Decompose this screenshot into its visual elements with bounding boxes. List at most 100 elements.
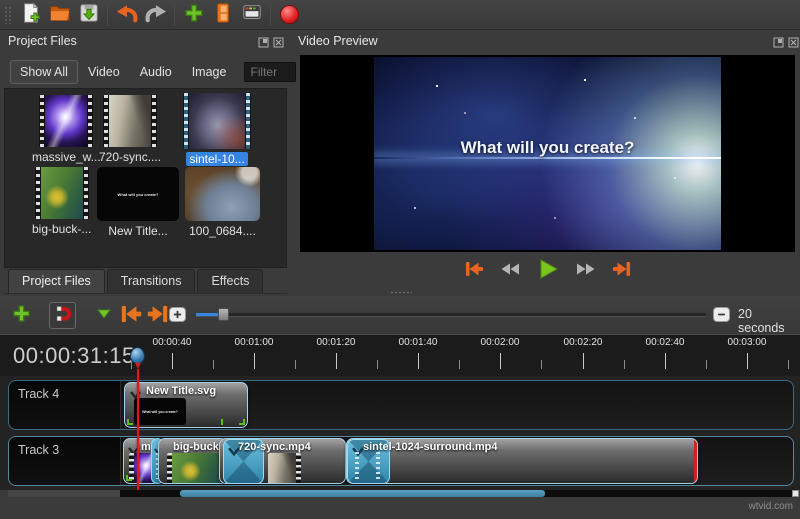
video-thumbnail (39, 95, 93, 147)
add-track-button[interactable] (8, 302, 35, 329)
tab-effects[interactable]: Effects (197, 269, 263, 293)
next-marker-button[interactable] (144, 302, 171, 329)
image-thumbnail (185, 167, 260, 221)
jump-start-icon (462, 259, 486, 282)
undo-button[interactable] (113, 1, 140, 28)
zoom-slider-handle[interactable] (218, 308, 229, 321)
open-project-button[interactable] (46, 1, 73, 28)
zoom-out-button[interactable] (713, 307, 730, 322)
timeline-toolbar: 20 seconds (0, 296, 800, 334)
transport-controls (300, 254, 795, 286)
close-panel-icon[interactable] (273, 35, 284, 53)
clip-keyframe-mark (126, 475, 132, 481)
next-marker-icon (145, 303, 171, 328)
play-button[interactable] (535, 258, 561, 282)
filmstrip-icon (212, 2, 234, 27)
add-track-plus-icon (11, 303, 32, 327)
toolbar-grip[interactable] (4, 6, 13, 24)
jump-end-icon (610, 259, 634, 282)
track-4: Track 4 New Title.svg What will you crea… (8, 380, 794, 430)
add-marker-button[interactable] (90, 302, 117, 329)
new-project-icon (20, 2, 42, 27)
snapping-toggle-button[interactable] (49, 302, 76, 329)
scrollbar-corner (792, 490, 799, 497)
video-thumbnail (103, 95, 157, 147)
clip-bigbuck[interactable]: big-buck- (158, 438, 228, 484)
track-label-zone: Track 4 (9, 381, 121, 429)
status-bar: wtvid.com (0, 497, 800, 519)
jump-to-start-button[interactable] (461, 258, 487, 282)
rewind-button[interactable] (498, 258, 524, 282)
panel-splitter-handle[interactable] (390, 291, 412, 294)
add-button[interactable] (180, 1, 207, 28)
file-item-newtitle[interactable]: What will you create? New Title... (97, 167, 179, 238)
video-thumbnail (35, 167, 89, 219)
filter-tab-image[interactable]: Image (182, 60, 237, 84)
video-frame: What will you create? (374, 57, 721, 250)
playhead-marker[interactable] (130, 347, 145, 364)
clip-new-title[interactable]: New Title.svg What will you create? (124, 382, 248, 428)
timeline-zoom-slider[interactable] (196, 313, 706, 317)
filter-tab-audio[interactable]: Audio (130, 60, 182, 84)
clip-sintel[interactable]: sintel-1024-surround.mp4 (346, 438, 698, 484)
video-preview-panel-title: Video Preview (298, 34, 378, 54)
toolbar-separator (174, 4, 175, 26)
filter-tab-video[interactable]: Video (78, 60, 130, 84)
clip-keyframe-mark (221, 419, 223, 425)
ruler-scale[interactable]: 00:00:4000:01:0000:01:2000:01:4000:02:00… (0, 335, 800, 376)
new-project-button[interactable] (17, 1, 44, 28)
file-item-720sync[interactable]: 720-sync.... (99, 95, 161, 164)
filter-input[interactable] (244, 62, 296, 82)
playhead-line[interactable] (137, 369, 139, 490)
openshot-window: Project Files Show All Video Audio Image… (0, 0, 800, 519)
marker-triangle-icon (96, 306, 112, 324)
export-video-button[interactable] (276, 1, 303, 28)
zoom-in-button[interactable] (169, 307, 186, 322)
track-label-zone: Track 3 (9, 437, 121, 485)
project-files-list: massive_w... 720-sync.... sintel-10... b… (4, 88, 287, 268)
fast-forward-icon (573, 259, 597, 282)
clip-keyframe-mark (239, 419, 245, 425)
tab-project-files[interactable]: Project Files (8, 269, 105, 293)
float-panel-icon[interactable] (773, 35, 784, 53)
timeline-ruler: 00:00:31:15 00:00:4000:01:0000:01:2000:0… (0, 334, 800, 376)
scrollbar-gutter (8, 490, 120, 497)
file-item-sintel[interactable]: sintel-10... (183, 93, 251, 166)
filter-row: Show All Video Audio Image (10, 59, 288, 85)
title-thumbnail: What will you create? (97, 167, 179, 221)
video-overlay-text: What will you create? (374, 138, 721, 158)
open-folder-icon (49, 2, 71, 27)
save-icon (78, 2, 100, 27)
stars-decor (374, 57, 376, 59)
video-thumbnail (183, 93, 251, 149)
previous-marker-button[interactable] (117, 302, 144, 329)
previous-marker-icon (118, 303, 144, 328)
redo-button[interactable] (142, 1, 169, 28)
clip-trim-edge[interactable] (694, 439, 697, 483)
track-3: Track 3 m big-buck- (8, 436, 794, 486)
magnet-icon (53, 303, 73, 328)
file-item-bigbuck[interactable]: big-buck-... (32, 167, 91, 236)
play-icon (536, 258, 560, 283)
float-panel-icon[interactable] (258, 35, 269, 53)
project-files-panel-title: Project Files (8, 34, 77, 54)
rewind-icon (499, 259, 523, 282)
video-preview-area: What will you create? (300, 55, 795, 252)
main-toolbar (0, 0, 800, 30)
fast-forward-button[interactable] (572, 258, 598, 282)
file-item-bedroom[interactable]: 100_0684.... (185, 167, 260, 238)
timeline-horizontal-scrollbar[interactable] (120, 490, 792, 497)
clip-thumbnail: What will you create? (134, 398, 186, 425)
scrollbar-thumb[interactable] (180, 490, 545, 497)
close-panel-icon[interactable] (788, 35, 799, 53)
choose-profile-button[interactable] (238, 1, 265, 28)
tab-transitions[interactable]: Transitions (107, 269, 196, 293)
clip-keyframe-mark (127, 419, 133, 425)
save-project-button[interactable] (75, 1, 102, 28)
import-files-button[interactable] (209, 1, 236, 28)
file-item-massive[interactable]: massive_w... (32, 95, 101, 164)
redo-icon (144, 2, 168, 27)
jump-to-end-button[interactable] (609, 258, 635, 282)
clip-720sync[interactable]: 720-sync.mp4 (219, 438, 346, 484)
filter-tab-show-all[interactable]: Show All (10, 60, 78, 84)
